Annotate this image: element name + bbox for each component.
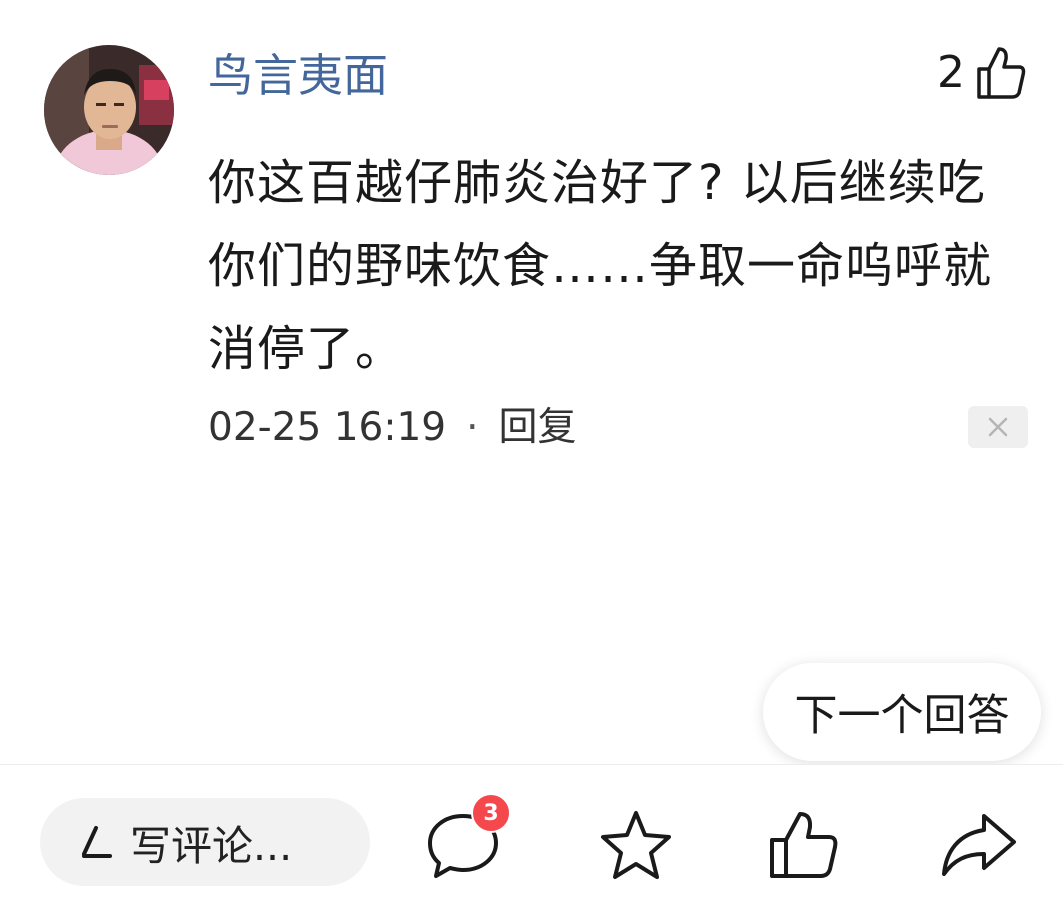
comment-meta: 02-25 16:19 · 回复: [208, 400, 577, 456]
comment-text: 你这百越仔肺炎治好了? 以后继续吃你们的野味饮食……争取一命呜呼就消停了。: [208, 155, 993, 377]
share-button[interactable]: [938, 805, 1018, 885]
write-comment-placeholder: 写评论...: [130, 822, 293, 870]
next-answer-button[interactable]: 下一个回答: [763, 663, 1041, 761]
reply-button[interactable]: 回复: [499, 400, 577, 456]
dismiss-button[interactable]: [968, 406, 1028, 448]
avatar[interactable]: [44, 45, 174, 175]
comment-count-badge: 3: [471, 793, 511, 833]
like-count: 2: [937, 47, 965, 98]
like-button[interactable]: 2: [937, 42, 1027, 104]
close-icon: [988, 417, 1008, 437]
bottom-action-bar: 写评论... 3: [0, 764, 1063, 905]
comment-item: 鸟言夷面 2 你这百越仔肺炎治好了? 以后继续吃你们的野味饮食……争取一命呜呼就…: [0, 0, 1063, 470]
username[interactable]: 鸟言夷面: [208, 46, 388, 106]
share-arrow-icon: [942, 814, 1016, 876]
star-icon: [601, 811, 671, 879]
separator: ·: [466, 405, 479, 450]
favorite-button[interactable]: [596, 805, 676, 885]
write-comment-input[interactable]: 写评论...: [40, 798, 370, 886]
thumbs-up-icon[interactable]: [975, 45, 1027, 101]
thumbs-up-icon: [770, 812, 838, 878]
avatar-image: [44, 45, 174, 175]
timestamp: 02-25 16:19: [208, 405, 447, 450]
pen-icon: [78, 824, 112, 860]
upvote-button[interactable]: [764, 805, 844, 885]
